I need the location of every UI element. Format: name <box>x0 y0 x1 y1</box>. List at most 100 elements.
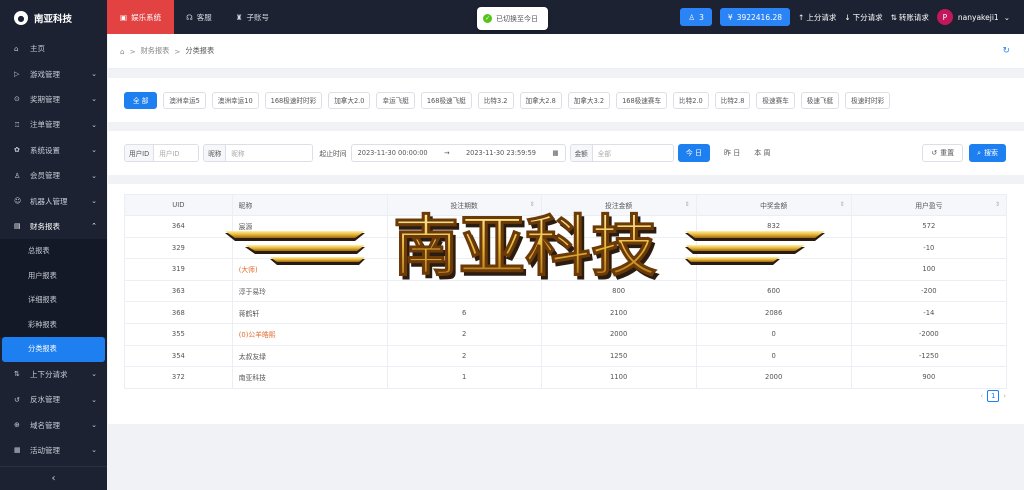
column-header[interactable]: 用户盈亏 ⇕ <box>850 194 1008 216</box>
chevron-icon: ⌄ <box>91 146 97 155</box>
tab-sub-account[interactable]: ♜ 子账号 <box>224 0 281 34</box>
search-icon: ⌕ <box>977 148 981 157</box>
next-page-icon[interactable]: › <box>1003 392 1006 400</box>
yesterday-button[interactable]: 昨 日 <box>724 148 740 158</box>
tab-customer-service[interactable]: ☊ 客服 <box>174 0 224 34</box>
pagination: ‹ 1 › <box>980 390 1006 402</box>
submenu-item[interactable]: 总报表 <box>0 239 107 264</box>
search-button[interactable]: ⌕ 搜索 <box>969 144 1006 162</box>
breadcrumb: ⌂ > 财务报表 > 分类报表 ↻ <box>108 34 1024 69</box>
sort-icon[interactable]: ⇕ <box>995 201 1000 208</box>
chevron-icon: ⌄ <box>91 395 97 404</box>
yen-icon: ¥ <box>727 12 733 22</box>
chevron-icon: ⌄ <box>91 421 97 430</box>
uid-field[interactable]: 用户ID 用户ID <box>124 144 200 162</box>
table-cell: 368 <box>124 301 233 324</box>
top-up-request-link[interactable]: ↑ 上分请求 <box>798 12 836 23</box>
sidebar-item-items2[interactable]: ⊙ 奖期管理 ⌄ <box>0 87 107 112</box>
menu-icon: ✿ <box>14 146 20 155</box>
online-users-badge[interactable]: ♙ 3 <box>680 8 712 26</box>
sidebar-item-label: 游戏管理 <box>30 69 60 79</box>
table-cell: 572 <box>850 215 1008 238</box>
submenu-item[interactable]: 用户报表 <box>0 263 107 289</box>
table-cell: -1250 <box>850 344 1008 368</box>
submenu-item[interactable]: 详细报表 <box>0 288 107 313</box>
category-button[interactable]: 澳洲幸运10 <box>211 91 259 109</box>
page-number[interactable]: 1 <box>987 390 1000 402</box>
sidebar-item-items21[interactable]: ↺ 反水管理 ⌄ <box>0 387 107 412</box>
submenu-item[interactable]: 分类报表 <box>2 337 105 362</box>
sidebar-item-items4[interactable]: ✿ 系统设置 ⌄ <box>0 138 107 163</box>
sidebar-item-label: 机器人管理 <box>30 196 68 206</box>
category-button[interactable]: 比特2.0 <box>673 91 709 109</box>
table-cell: 1 <box>386 366 542 389</box>
arrow-down-icon: ↓ <box>844 12 851 22</box>
table-cell <box>386 279 542 303</box>
sidebar-item-items23[interactable]: ▦ 活动管理 ⌄ <box>0 438 107 463</box>
menu-icon: ▦ <box>14 446 21 455</box>
category-button[interactable]: 168极速飞艇 <box>420 91 472 109</box>
home-icon[interactable]: ⌂ <box>120 47 125 56</box>
sidebar-item-items20[interactable]: ⇅ 上下分请求 ⌄ <box>0 362 107 387</box>
panda-icon: ● <box>14 11 28 25</box>
prev-page-icon[interactable]: ‹ <box>980 392 983 400</box>
sidebar-item-label: 注单管理 <box>30 120 60 130</box>
table-cell: 355 <box>124 322 233 346</box>
category-button[interactable]: 加拿大2.8 <box>519 91 562 109</box>
category-button[interactable]: 极速飞艇 <box>800 91 840 109</box>
category-button[interactable]: 168极速赛车 <box>616 91 668 109</box>
category-button[interactable]: 加拿大3.2 <box>567 91 611 109</box>
collapse-sidebar-button[interactable]: ‹ <box>0 466 107 490</box>
transfer-request-link[interactable]: ⇅ 转账请求 <box>891 12 929 23</box>
table-cell: 南亚科技 <box>231 366 388 389</box>
table-cell: 1100 <box>540 366 697 389</box>
sidebar-item-items1[interactable]: ▷ 游戏管理 ⌄ <box>0 61 107 86</box>
reset-button[interactable]: ↺ 重置 <box>922 144 964 162</box>
table-cell: 354 <box>124 344 233 368</box>
submenu-item[interactable]: 彩种报表 <box>0 312 107 338</box>
withdraw-request-link[interactable]: ↓ 下分请求 <box>844 12 882 23</box>
headset-icon: ☊ <box>186 12 193 22</box>
category-button[interactable]: 极速时时彩 <box>845 91 891 109</box>
category-button[interactable]: 澳洲幸运5 <box>163 91 206 109</box>
right-wing <box>685 231 825 265</box>
category-button[interactable]: 比特2.8 <box>714 91 751 109</box>
table-row: 372 南亚科技 1 1100 2000 900 <box>124 366 1008 389</box>
sidebar-item-label: 上下分请求 <box>30 369 68 379</box>
chevron-icon: ⌄ <box>91 446 97 455</box>
table-cell: 蒋鹤轩 <box>231 301 388 324</box>
chevron-icon: ⌄ <box>91 70 97 79</box>
arrow-right-icon: → <box>444 149 450 157</box>
sidebar-item-items7[interactable]: ▤ 财务报表 ⌃ <box>0 214 107 239</box>
sidebar-item-items5[interactable]: ♙ 会员管理 ⌄ <box>0 163 107 188</box>
sidebar-item-items6[interactable]: ☺ 机器人管理 ⌄ <box>0 188 107 213</box>
table-row: 354 太叔友绿 2 1250 0 -1250 <box>124 344 1008 368</box>
sidebar-item-items3[interactable]: ♖ 注单管理 ⌄ <box>0 112 107 137</box>
avatar: P <box>936 9 953 25</box>
amount-field[interactable]: 金额 全部 <box>569 144 674 162</box>
sidebar-item-label: 反水管理 <box>30 395 60 405</box>
user-menu[interactable]: P nanyakeji1 ⌄ <box>936 9 1010 25</box>
nickname-field[interactable]: 昵称 昵称 <box>203 144 314 162</box>
table-cell: 0 <box>695 322 852 346</box>
today-button[interactable]: 今 日 <box>677 144 711 162</box>
breadcrumb-level1[interactable]: 财务报表 <box>141 46 170 56</box>
balance-badge[interactable]: ¥3922416.28 <box>719 8 791 26</box>
category-button[interactable]: 极速赛车 <box>756 91 795 109</box>
menu-icon: ☺ <box>14 197 22 206</box>
refresh-icon[interactable]: ↻ <box>1002 46 1010 56</box>
category-button[interactable]: 幸运飞艇 <box>376 91 415 109</box>
sort-icon[interactable]: ⇕ <box>840 201 845 208</box>
category-button[interactable]: 全 部 <box>124 91 158 109</box>
category-button[interactable]: 168极速时时彩 <box>264 91 323 109</box>
category-button[interactable]: 比特3.2 <box>477 91 514 109</box>
sidebar-item-items0[interactable]: ⌂ 主页 <box>0 36 107 61</box>
table-cell: (0)公羊皓熙 <box>231 322 388 346</box>
tab-entertainment-system[interactable]: ▣ 娱乐系统 <box>107 0 175 34</box>
category-button[interactable]: 加拿大2.0 <box>328 91 371 109</box>
chevron-icon: ⌄ <box>91 120 97 129</box>
sidebar-item-label: 会员管理 <box>30 171 60 181</box>
sidebar-item-items22[interactable]: ⊕ 域名管理 ⌄ <box>0 412 107 437</box>
this-week-button[interactable]: 本 周 <box>754 148 770 158</box>
date-range-picker[interactable]: 2023-11-30 00:00:00 → 2023-11-30 23:59:5… <box>350 144 566 162</box>
